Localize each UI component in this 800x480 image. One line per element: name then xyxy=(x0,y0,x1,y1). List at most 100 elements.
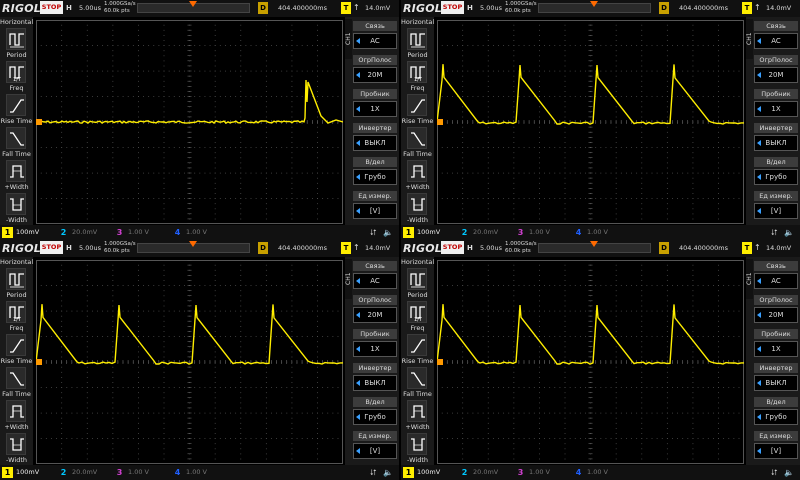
menu-value-0[interactable]: AC xyxy=(754,33,798,49)
menu-title-2: Пробник xyxy=(754,89,798,99)
trigger-level-value[interactable]: 14.0mV xyxy=(365,4,390,12)
menu-title-1: ОгрПолос xyxy=(754,295,798,305)
delay-value[interactable]: 404.400000ms xyxy=(679,4,728,12)
rise-time-icon xyxy=(10,99,24,113)
menu-title-3: Инвертер xyxy=(353,123,397,133)
menu-value-1[interactable]: 20M xyxy=(754,67,798,83)
rise-time-icon xyxy=(411,339,425,353)
menu-title-3: Инвертер xyxy=(754,123,798,133)
menu-value-5[interactable]: [V] xyxy=(754,203,798,219)
waveform-display[interactable] xyxy=(437,260,744,464)
menu-value-1[interactable]: 20M xyxy=(353,67,397,83)
timebase-value[interactable]: 5.00us xyxy=(480,244,502,252)
ground-level-marker[interactable] xyxy=(437,119,443,125)
left-arrow-icon xyxy=(356,140,360,146)
trigger-badge: T xyxy=(742,2,752,14)
positive-width-icon xyxy=(411,165,425,178)
trigger-level-value[interactable]: 14.0mV xyxy=(766,244,791,252)
channel-scale: 100mV xyxy=(16,468,40,476)
menu-value-2[interactable]: 1X xyxy=(754,341,798,357)
channel-tab[interactable]: CH1 xyxy=(345,19,352,59)
left-arrow-icon xyxy=(356,346,360,352)
speaker-icon: 🔈 xyxy=(784,228,794,237)
menu-value-1[interactable]: 20M xyxy=(353,307,397,323)
menu-value-text: Грубо xyxy=(364,413,386,421)
menu-value-5[interactable]: [V] xyxy=(353,443,397,459)
menu-value-2[interactable]: 1X xyxy=(754,101,798,117)
measure-neg-width[interactable]: -Width xyxy=(401,190,434,228)
trigger-badge: T xyxy=(341,242,351,254)
channel-number: 2 xyxy=(60,468,67,477)
menu-value-text: [V] xyxy=(770,207,782,215)
channel-scale: 20.0mV xyxy=(72,468,98,476)
channel-tab[interactable]: CH1 xyxy=(746,19,753,59)
graticule xyxy=(437,20,744,224)
menu-value-0[interactable]: AC xyxy=(353,273,397,289)
trigger-level-value[interactable]: 14.0mV xyxy=(365,244,390,252)
delay-badge: D xyxy=(258,2,268,14)
positive-width-icon xyxy=(411,405,425,418)
delay-value[interactable]: 404.400000ms xyxy=(278,4,327,12)
run-stop-button[interactable]: STOP xyxy=(441,1,464,14)
ground-level-marker[interactable] xyxy=(36,359,42,365)
menu-value-3[interactable]: ВЫКЛ xyxy=(353,375,397,391)
channel-scale: 100mV xyxy=(417,468,441,476)
menu-value-4[interactable]: Грубо xyxy=(754,169,798,185)
menu-title-4: В/дел xyxy=(754,157,798,167)
menu-value-4[interactable]: Грубо xyxy=(754,409,798,425)
menu-value-3[interactable]: ВЫКЛ xyxy=(754,135,798,151)
trigger-badge: T xyxy=(341,2,351,14)
menu-title-5: Ед измер. xyxy=(754,191,798,201)
menu-value-4[interactable]: Грубо xyxy=(353,409,397,425)
left-arrow-icon xyxy=(757,380,761,386)
svg-text:1/T: 1/T xyxy=(414,77,423,82)
delay-value[interactable]: 404.400000ms xyxy=(278,244,327,252)
ground-level-marker[interactable] xyxy=(437,359,443,365)
menu-value-0[interactable]: AC xyxy=(353,33,397,49)
menu-value-3[interactable]: ВЫКЛ xyxy=(754,375,798,391)
ground-level-marker[interactable] xyxy=(36,119,42,125)
graticule xyxy=(437,260,744,464)
menu-value-4[interactable]: Грубо xyxy=(353,169,397,185)
waveform-display[interactable] xyxy=(36,20,343,224)
sample-rate: 1.000GSa/s xyxy=(505,1,537,7)
menu-value-text: 20M xyxy=(367,311,383,319)
menu-value-0[interactable]: AC xyxy=(754,273,798,289)
trigger-edge-icon: ↑ xyxy=(754,243,761,252)
delay-value[interactable]: 404.400000ms xyxy=(679,244,728,252)
rise-time-icon xyxy=(411,99,425,113)
waveform-display[interactable] xyxy=(437,20,744,224)
channel-tab[interactable]: CH1 xyxy=(746,259,753,299)
trigger-level-value[interactable]: 14.0mV xyxy=(766,4,791,12)
measure-neg-width[interactable]: -Width xyxy=(0,190,33,228)
run-stop-button[interactable]: STOP xyxy=(40,241,63,254)
menu-value-2[interactable]: 1X xyxy=(353,101,397,117)
menu-title-3: Инвертер xyxy=(353,363,397,373)
run-stop-button[interactable]: STOP xyxy=(441,241,464,254)
menu-value-5[interactable]: [V] xyxy=(353,203,397,219)
menu-value-3[interactable]: ВЫКЛ xyxy=(353,135,397,151)
measure-neg-width[interactable]: -Width xyxy=(401,430,434,468)
menu-title-5: Ед измер. xyxy=(353,191,397,201)
timebase-value[interactable]: 5.00us xyxy=(480,4,502,12)
trigger-edge-icon: ↑ xyxy=(353,3,360,12)
period-icon xyxy=(410,33,425,48)
menu-value-1[interactable]: 20M xyxy=(754,307,798,323)
period-icon xyxy=(410,273,425,288)
waveform-display[interactable] xyxy=(36,260,343,464)
channel-tab[interactable]: CH1 xyxy=(345,259,352,299)
channel-scale: 100mV xyxy=(16,228,40,236)
negative-width-icon xyxy=(411,438,425,451)
run-stop-button[interactable]: STOP xyxy=(40,1,63,14)
menu-title-4: В/дел xyxy=(754,397,798,407)
menu-value-5[interactable]: [V] xyxy=(754,443,798,459)
measure-neg-width[interactable]: -Width xyxy=(0,430,33,468)
menu-title-0: Связь xyxy=(754,261,798,271)
frequency-icon: 1/T xyxy=(410,306,425,322)
sample-info: 1.000GSa/s 60.0k pts xyxy=(104,241,136,255)
status-bar: RIGOL STOP H 5.00us 1.000GSa/s 60.0k pts… xyxy=(0,0,399,17)
menu-value-2[interactable]: 1X xyxy=(353,341,397,357)
channel-bar: 1 100mV 2 20.0mV 3 1.00 V 4 1.00 V ⮃ 🔈 xyxy=(0,465,399,480)
timebase-value[interactable]: 5.00us xyxy=(79,4,101,12)
timebase-value[interactable]: 5.00us xyxy=(79,244,101,252)
